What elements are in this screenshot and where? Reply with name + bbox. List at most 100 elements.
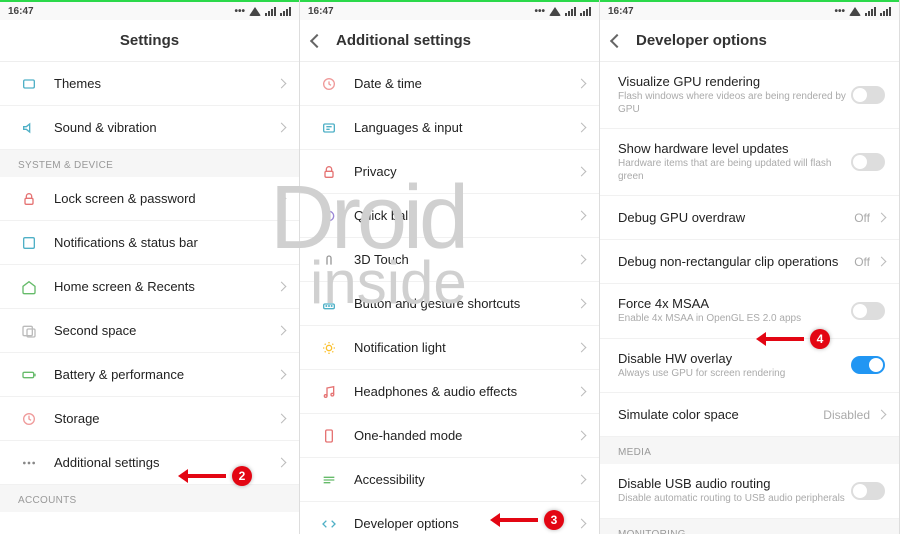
row-secondspace[interactable]: Second space: [0, 309, 299, 353]
status-bar: 16:47 •••: [600, 0, 899, 20]
wifi-icon: [549, 7, 561, 16]
chevron-right-icon: [577, 255, 587, 265]
chevron-right-icon: [577, 123, 587, 133]
sound-icon: [18, 120, 40, 136]
chevron-right-icon: [277, 123, 287, 133]
row-button-and-gesture-shortcuts[interactable]: Button and gesture shortcuts: [300, 282, 599, 326]
header-settings: Settings: [0, 20, 299, 62]
row-visualize-gpu-rendering[interactable]: Visualize GPU renderingFlash windows whe…: [600, 62, 899, 129]
toggle[interactable]: [851, 86, 885, 104]
chevron-right-icon: [577, 167, 587, 177]
wifi-icon: [849, 7, 861, 16]
row-languages-input[interactable]: Languages & input: [300, 106, 599, 150]
row-lockscreen[interactable]: Lock screen & password: [0, 177, 299, 221]
toggle[interactable]: [851, 482, 885, 500]
notifications-icon: [18, 235, 40, 251]
row-notification-light[interactable]: Notification light: [300, 326, 599, 370]
row-quick-ball[interactable]: Quick ball: [300, 194, 599, 238]
light-icon: [318, 340, 340, 356]
themes-icon: [18, 76, 40, 92]
back-icon[interactable]: [310, 33, 324, 47]
status-time: 16:47: [608, 6, 634, 17]
chevron-right-icon: [577, 431, 587, 441]
row-date-time[interactable]: Date & time: [300, 62, 599, 106]
row-accessibility[interactable]: Accessibility: [300, 458, 599, 502]
row-sound[interactable]: Sound & vibration: [0, 106, 299, 150]
chevron-right-icon: [877, 410, 887, 420]
lock-icon: [18, 191, 40, 207]
clock-icon: [318, 76, 340, 92]
row-headphones-audio-effects[interactable]: Headphones & audio effects: [300, 370, 599, 414]
second-space-icon: [18, 323, 40, 339]
signal-icon: [565, 7, 576, 16]
status-bar: 16:47 •••: [0, 0, 299, 20]
chevron-right-icon: [577, 519, 587, 529]
touch3d-icon: [318, 252, 340, 268]
row-notifications[interactable]: Notifications & status bar: [0, 221, 299, 265]
access-icon: [318, 472, 340, 488]
chevron-right-icon: [277, 458, 287, 468]
section-monitoring: MONITORING: [600, 519, 899, 534]
page-title: Developer options: [636, 32, 767, 49]
value-label: Off: [854, 211, 870, 225]
row-homescreen[interactable]: Home screen & Recents: [0, 265, 299, 309]
chevron-right-icon: [277, 238, 287, 248]
chevron-right-icon: [877, 257, 887, 267]
header-additional: Additional settings: [300, 20, 599, 62]
row-additional-settings[interactable]: Additional settings: [0, 441, 299, 485]
battery-icon: [18, 367, 40, 383]
privacy-icon: [318, 164, 340, 180]
section-media: MEDIA: [600, 437, 899, 464]
row-simulate-color-space[interactable]: Simulate color spaceDisabled: [600, 393, 899, 437]
signal-icon: [865, 7, 876, 16]
signal-icon-2: [280, 7, 291, 16]
gesture-icon: [318, 296, 340, 312]
toggle[interactable]: [851, 356, 885, 374]
row-force-4x-msaa[interactable]: Force 4x MSAAEnable 4x MSAA in OpenGL ES…: [600, 284, 899, 339]
screen-settings: 16:47 ••• Settings Themes Sound & vibrat…: [0, 0, 300, 534]
signal-icon-2: [580, 7, 591, 16]
value-label: Disabled: [823, 408, 870, 422]
chevron-right-icon: [277, 194, 287, 204]
row-disable-usb-audio-routing[interactable]: Disable USB audio routingDisable automat…: [600, 464, 899, 519]
toggle[interactable]: [851, 302, 885, 320]
row-storage[interactable]: Storage: [0, 397, 299, 441]
dev-icon: [318, 516, 340, 532]
page-title: Settings: [120, 32, 179, 49]
row-debug-non-rectangular-clip-operations[interactable]: Debug non-rectangular clip operationsOff: [600, 240, 899, 284]
header-developer: Developer options: [600, 20, 899, 62]
quickball-icon: [318, 208, 340, 224]
chevron-right-icon: [877, 213, 887, 223]
signal-icon: [265, 7, 276, 16]
storage-icon: [18, 411, 40, 427]
lang-icon: [318, 120, 340, 136]
row-developer-options[interactable]: Developer options: [300, 502, 599, 534]
chevron-right-icon: [277, 370, 287, 380]
signal-icon-2: [880, 7, 891, 16]
home-icon: [18, 279, 40, 295]
toggle[interactable]: [851, 153, 885, 171]
chevron-right-icon: [577, 299, 587, 309]
back-icon[interactable]: [610, 33, 624, 47]
row-themes[interactable]: Themes: [0, 62, 299, 106]
row-debug-gpu-overdraw[interactable]: Debug GPU overdrawOff: [600, 196, 899, 240]
row-one-handed-mode[interactable]: One-handed mode: [300, 414, 599, 458]
chevron-right-icon: [577, 211, 587, 221]
chevron-right-icon: [277, 414, 287, 424]
row-privacy[interactable]: Privacy: [300, 150, 599, 194]
row-show-hardware-level-updates[interactable]: Show hardware level updatesHardware item…: [600, 129, 899, 196]
chevron-right-icon: [577, 343, 587, 353]
chevron-right-icon: [277, 282, 287, 292]
status-time: 16:47: [8, 6, 34, 17]
screen-developer-options: 16:47 ••• Developer options Visualize GP…: [600, 0, 900, 534]
row-battery[interactable]: Battery & performance: [0, 353, 299, 397]
row-disable-hw-overlay[interactable]: Disable HW overlayAlways use GPU for scr…: [600, 339, 899, 394]
wifi-icon: [249, 7, 261, 16]
more-icon: [18, 455, 40, 471]
section-accounts: ACCOUNTS: [0, 485, 299, 512]
screen-additional-settings: 16:47 ••• Additional settings Date & tim…: [300, 0, 600, 534]
value-label: Off: [854, 255, 870, 269]
section-system-device: SYSTEM & DEVICE: [0, 150, 299, 177]
chevron-right-icon: [277, 326, 287, 336]
row-3d-touch[interactable]: 3D Touch: [300, 238, 599, 282]
